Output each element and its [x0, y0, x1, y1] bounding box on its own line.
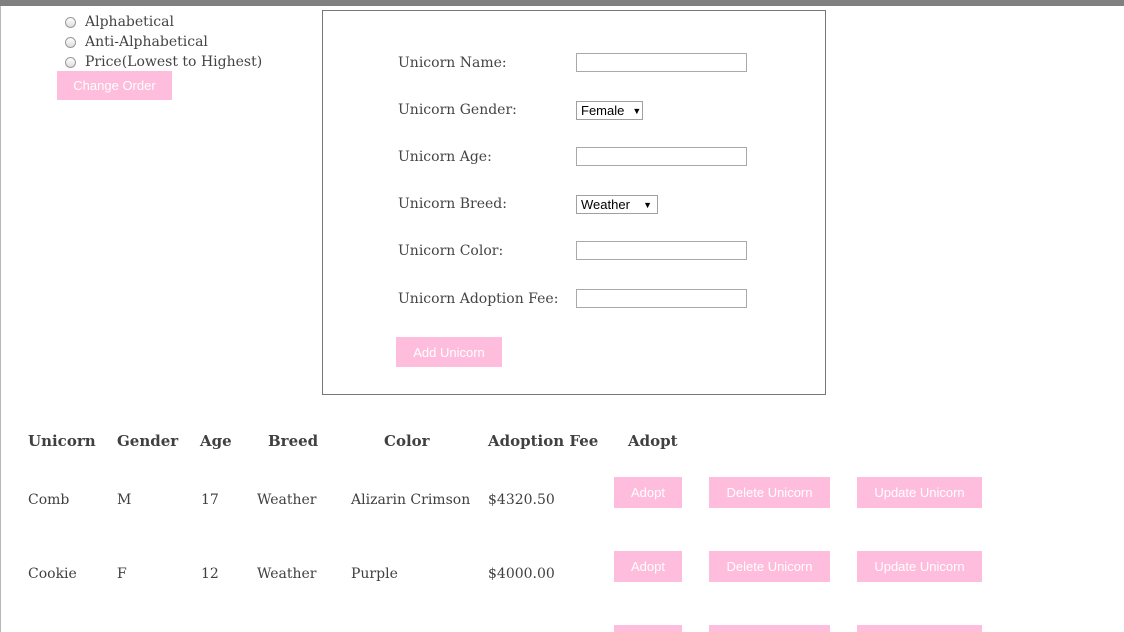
header-gender: Gender — [117, 432, 179, 450]
unicorn-gender-label: Unicorn Gender: — [398, 102, 517, 118]
sort-options: Alphabetical Anti-Alphabetical Price(Low… — [62, 12, 262, 72]
cell-fee: $4320.50 — [488, 492, 555, 508]
header-breed: Breed — [268, 432, 319, 450]
cell-age: 12 — [201, 566, 219, 582]
update-unicorn-button[interactable]: Update Unicorn — [857, 551, 982, 582]
cell-gender: M — [117, 492, 132, 508]
radio-alphabetical[interactable] — [65, 16, 76, 28]
delete-unicorn-button[interactable]: Delete Unicorn — [709, 477, 830, 508]
radio-anti-alphabetical[interactable] — [65, 36, 76, 48]
cell-color: Purple — [351, 566, 398, 582]
sort-option-label: Price(Lowest to Highest) — [85, 54, 263, 70]
cell-name: Comb — [28, 492, 70, 508]
header-unicorn: Unicorn — [28, 432, 96, 450]
delete-unicorn-button[interactable]: Delete Unicorn — [709, 551, 830, 582]
header-adopt: Adopt — [628, 432, 678, 450]
unicorn-gender-select[interactable]: Female ▼ — [576, 101, 643, 120]
gender-select-value: Female — [581, 103, 625, 118]
unicorn-age-input[interactable] — [576, 147, 747, 166]
cell-gender: F — [117, 566, 127, 582]
unicorn-name-label: Unicorn Name: — [398, 55, 507, 71]
dropdown-arrow-icon: ▼ — [643, 199, 652, 210]
delete-unicorn-button[interactable] — [709, 625, 830, 632]
unicorn-breed-label: Unicorn Breed: — [398, 196, 507, 212]
top-bar — [0, 0, 1124, 6]
header-color: Color — [384, 432, 430, 450]
cell-breed: Weather — [257, 566, 317, 582]
radio-price[interactable] — [65, 56, 76, 68]
cell-name: Cookie — [28, 566, 77, 582]
change-order-button[interactable]: Change Order — [57, 71, 172, 100]
adopt-button[interactable] — [614, 625, 682, 632]
unicorn-age-label: Unicorn Age: — [398, 149, 492, 165]
sort-option-alphabetical[interactable]: Alphabetical — [62, 12, 262, 32]
unicorn-color-label: Unicorn Color: — [398, 243, 504, 259]
unicorn-adoption-fee-input[interactable] — [576, 289, 747, 308]
cell-color: Alizarin Crimson — [351, 492, 471, 508]
sort-option-label: Anti-Alphabetical — [85, 34, 208, 50]
sort-option-price[interactable]: Price(Lowest to Highest) — [62, 52, 262, 72]
unicorn-color-input[interactable] — [576, 241, 747, 260]
sort-option-label: Alphabetical — [85, 14, 174, 30]
add-unicorn-button[interactable]: Add Unicorn — [396, 337, 502, 367]
update-unicorn-button[interactable] — [857, 625, 982, 632]
breed-select-value: Weather — [581, 197, 630, 212]
sort-option-anti-alphabetical[interactable]: Anti-Alphabetical — [62, 32, 262, 52]
adopt-button[interactable]: Adopt — [614, 551, 682, 582]
cell-breed: Weather — [257, 492, 317, 508]
unicorn-name-input[interactable] — [576, 53, 747, 72]
header-adoption-fee: Adoption Fee — [488, 432, 599, 450]
cell-fee: $4000.00 — [488, 566, 555, 582]
adopt-button[interactable]: Adopt — [614, 477, 682, 508]
left-border — [0, 6, 1, 632]
unicorn-breed-select[interactable]: Weather ▼ — [576, 195, 658, 214]
unicorn-adoption-fee-label: Unicorn Adoption Fee: — [398, 291, 559, 307]
header-age: Age — [200, 432, 232, 450]
dropdown-arrow-icon: ▼ — [632, 105, 642, 116]
update-unicorn-button[interactable]: Update Unicorn — [857, 477, 982, 508]
cell-age: 17 — [201, 492, 219, 508]
